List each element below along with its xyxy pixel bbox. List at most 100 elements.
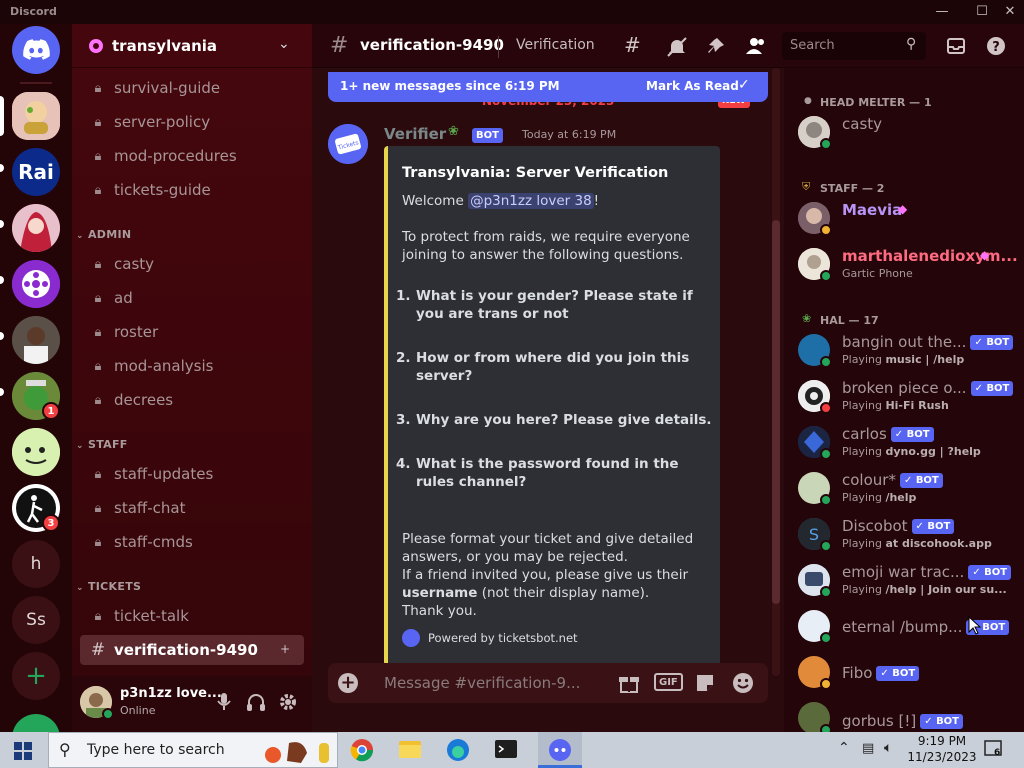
microphone-icon[interactable]	[216, 692, 232, 712]
maximize-icon[interactable]: ☐	[972, 3, 992, 21]
home-button[interactable]	[12, 26, 60, 74]
film-reel-icon	[12, 260, 60, 308]
message-author[interactable]: Verifier	[384, 125, 446, 143]
hashtag-icon: #	[90, 640, 106, 660]
channel-mod-procedures[interactable]: 🔒︎ mod-procedures	[80, 141, 304, 171]
search-input[interactable]: Search ⚲	[782, 32, 926, 60]
invite-user-icon[interactable]: +	[280, 642, 290, 656]
chevron-down-icon: ⌄	[76, 231, 84, 241]
chevron-up-icon[interactable]: ⌃	[838, 740, 850, 756]
member-bot[interactable]: carlos ✓ BOT Playing dyno.gg | ?help	[798, 422, 1018, 464]
scrollbar-thumb[interactable]	[772, 220, 780, 604]
emoji-icon[interactable]	[732, 672, 754, 694]
member-bot[interactable]: S Discobot ✓ BOT Playing at discohook.app	[798, 514, 1018, 556]
chrome-taskbar-icon[interactable]	[346, 738, 378, 762]
header-divider	[498, 36, 499, 58]
attach-plus-icon[interactable]: +	[338, 673, 358, 693]
file-explorer-taskbar-icon[interactable]	[394, 738, 426, 762]
gear-icon[interactable]	[278, 692, 298, 712]
username[interactable]: p3n1zz love...	[120, 686, 222, 701]
channel-staff-cmds[interactable]: 🔒︎ staff-cmds	[80, 527, 304, 557]
user-mention[interactable]: @p3n1zz lover 38	[468, 193, 594, 209]
guild-rai[interactable]: Rai	[12, 148, 60, 196]
notification-bell-muted-icon[interactable]	[666, 36, 688, 58]
channel-decrees[interactable]: 🔒︎ decrees	[80, 385, 304, 415]
member-casty[interactable]: casty	[798, 112, 1018, 154]
edge-taskbar-icon[interactable]	[442, 738, 474, 762]
channel-ad[interactable]: 🔒︎ ad	[80, 283, 304, 313]
notification-center-icon[interactable]: 6	[984, 740, 1006, 760]
discover-button[interactable]	[12, 714, 60, 732]
member-marthalene[interactable]: marthalenedioxym... ◆ Gartic Phone	[798, 244, 1018, 286]
server-header[interactable]: transylvania ⌄	[72, 24, 312, 68]
category-staff[interactable]: ⌄ STAFF	[76, 438, 128, 451]
channel-title: verification-9490	[360, 36, 504, 54]
svg-text:?: ?	[992, 40, 1000, 55]
embed-welcome: Welcome @p3n1zz lover 38!	[402, 193, 600, 209]
inbox-icon[interactable]	[946, 36, 966, 56]
online-status-dot	[820, 632, 832, 644]
guild-h[interactable]: h	[12, 540, 60, 588]
member-maevia[interactable]: Maevia ◆	[798, 198, 1018, 240]
gift-icon[interactable]	[618, 672, 640, 694]
threads-icon[interactable]: #	[624, 33, 641, 57]
mark-read-icon: ✓	[738, 77, 750, 93]
help-icon[interactable]: ?	[986, 36, 1006, 56]
network-icon[interactable]: ▤	[862, 741, 874, 756]
guild-transylvania[interactable]	[12, 92, 60, 140]
member-bot[interactable]: broken piece o... ✓ BOT Playing Hi-Fi Rus…	[798, 376, 1018, 418]
guild-dream[interactable]	[12, 428, 60, 476]
member-list-icon[interactable]	[744, 36, 768, 56]
channel-topic[interactable]: Verification	[516, 37, 595, 53]
guild-avatar-icon	[12, 316, 60, 364]
close-icon[interactable]: ✕	[1000, 3, 1020, 21]
member-bot[interactable]: emoji war trac... ✓ BOT Playing /help | J…	[798, 560, 1018, 602]
guild-film[interactable]	[12, 260, 60, 308]
taskbar-date[interactable]: 11/23/2023	[906, 750, 978, 764]
channel-tickets-guide[interactable]: 🔒︎ tickets-guide	[80, 175, 304, 205]
new-messages-bar[interactable]: 1+ new messages since 6:19 PM Mark As Re…	[328, 72, 768, 102]
guild-anime[interactable]	[12, 204, 60, 252]
channel-mod-analysis[interactable]: 🔒︎ mod-analysis	[80, 351, 304, 381]
gif-button[interactable]: GIF	[654, 673, 683, 691]
category-admin[interactable]: ⌄ ADMIN	[76, 228, 131, 241]
sticker-icon[interactable]	[694, 672, 716, 694]
category-tickets[interactable]: ⌄ TICKETS	[76, 580, 141, 593]
add-server-button[interactable]: +	[12, 652, 60, 700]
search-icon: ⚲	[59, 740, 71, 759]
member-bot[interactable]: Fibo ✓ BOT	[798, 652, 1018, 694]
message-composer[interactable]: + Message #verification-9... GIF	[328, 663, 768, 703]
channel-ticket-talk[interactable]: 🔒︎ ticket-talk	[80, 601, 304, 631]
member-bot[interactable]: colour* ✓ BOT Playing /help	[798, 468, 1018, 510]
lock-icon: 🔒︎	[94, 290, 102, 306]
member-bot[interactable]: eternal /bump... ✓ BOT	[798, 606, 1018, 648]
windows-start-icon[interactable]	[14, 742, 32, 760]
member-bot[interactable]: bangin out the... ✓ BOT Playing music | /…	[798, 330, 1018, 372]
discord-taskbar-icon[interactable]	[538, 732, 582, 768]
channel-server-policy[interactable]: 🔒︎ server-policy	[80, 107, 304, 137]
channel-casty[interactable]: 🔒︎ casty	[80, 249, 304, 279]
taskbar-search[interactable]: ⚲ Type here to search	[48, 732, 338, 768]
guild-portrait[interactable]	[12, 316, 60, 364]
terminal-taskbar-icon[interactable]	[490, 738, 522, 762]
headphones-icon[interactable]	[246, 692, 266, 712]
channel-survival-guide[interactable]: 🔒︎ survival-guide	[80, 73, 304, 103]
guild-ss[interactable]: Ss	[12, 596, 60, 644]
taskbar-time[interactable]: 9:19 PM	[912, 734, 972, 748]
online-status-dot	[820, 448, 832, 460]
channel-staff-chat[interactable]: 🔒︎ staff-chat	[80, 493, 304, 523]
message-input[interactable]: Message #verification-9...	[384, 674, 580, 692]
avatar[interactable]: Tickets	[328, 124, 368, 164]
channel-staff-updates[interactable]: 🔒︎ staff-updates	[80, 459, 304, 489]
volume-muted-icon[interactable]: 🔈︎	[884, 740, 892, 756]
member-bot[interactable]: gorbus [!] ✓ BOT	[798, 698, 1018, 732]
channel-roster[interactable]: 🔒︎ roster	[80, 317, 304, 347]
channel-verification-active[interactable]: # verification-9490 +	[80, 635, 304, 665]
mark-as-read-button[interactable]: Mark As Read	[646, 79, 739, 93]
search-icon: ⚲	[906, 36, 917, 52]
pin-icon[interactable]	[706, 36, 726, 56]
bot-tag: ✓ BOT	[920, 714, 964, 729]
minimize-icon[interactable]: —	[932, 3, 952, 21]
lock-icon: 🔒︎	[94, 148, 102, 164]
ticket-avatar-icon: Tickets	[328, 124, 368, 164]
